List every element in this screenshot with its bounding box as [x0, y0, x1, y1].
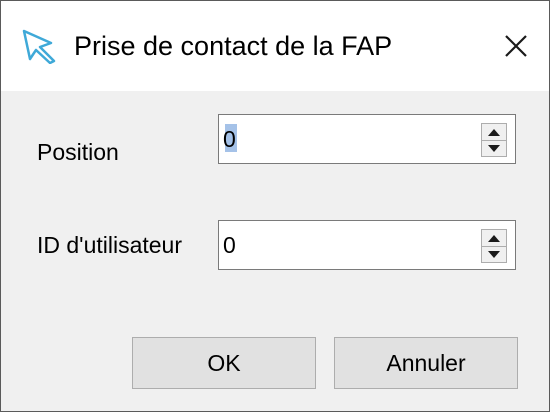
ok-button[interactable]: OK — [132, 337, 316, 389]
spin-up-icon[interactable] — [482, 124, 506, 141]
title-bar[interactable]: Prise de contact de la FAP — [1, 1, 549, 91]
spin-down-icon[interactable] — [482, 246, 506, 262]
position-spinbox[interactable] — [218, 114, 516, 164]
dialog-window: Prise de contact de la FAP Position ID d… — [0, 0, 550, 412]
user-id-input[interactable] — [223, 227, 463, 263]
pointer-arrow-icon — [21, 28, 61, 65]
window-title: Prise de contact de la FAP — [74, 31, 393, 61]
spin-down-icon[interactable] — [482, 140, 506, 156]
user-id-label: ID d'utilisateur — [37, 232, 183, 258]
spin-up-icon[interactable] — [482, 230, 506, 247]
position-spin-buttons[interactable] — [481, 123, 507, 157]
cancel-button[interactable]: Annuler — [334, 337, 518, 389]
user-id-spin-buttons[interactable] — [481, 229, 507, 263]
user-id-spinbox[interactable] — [218, 220, 516, 270]
close-icon[interactable] — [499, 29, 533, 63]
position-label: Position — [37, 139, 119, 165]
position-input[interactable] — [223, 121, 463, 157]
